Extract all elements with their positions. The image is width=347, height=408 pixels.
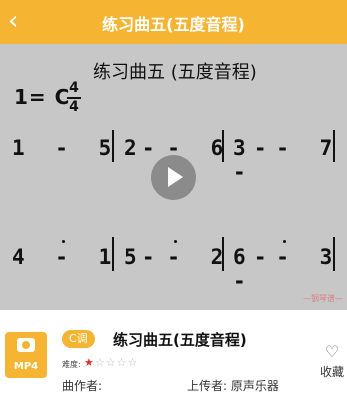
play-icon xyxy=(168,167,183,187)
composer-label: 曲作者: xyxy=(62,379,103,393)
format-label: MP4 xyxy=(13,361,39,372)
camera-icon xyxy=(17,338,35,352)
key-signature: 1= C xyxy=(14,85,71,109)
star-icon: ★ xyxy=(84,356,95,369)
barline xyxy=(333,237,335,271)
top-bar: ‹ 练习曲五(五度音程) xyxy=(0,0,347,44)
song-info-panel: MP4 C调 练习曲五(五度音程) 难度: ★☆☆☆☆ 曲作者: 上传者: 原声… xyxy=(0,310,347,408)
sheet-title: 练习曲五 (五度音程) xyxy=(93,62,257,83)
time-signature-bottom: 4 xyxy=(69,98,79,115)
difficulty-stars: ★☆☆☆☆ xyxy=(84,356,138,369)
barline xyxy=(222,237,224,271)
high-octave-dot xyxy=(283,240,286,243)
favorite-button[interactable]: ♡ 收藏 xyxy=(318,344,346,380)
heart-icon: ♡ xyxy=(324,342,340,361)
measure-6: 6 - 3 - xyxy=(233,245,342,293)
high-octave-dot xyxy=(62,240,65,243)
song-title: 练习曲五(五度音程) xyxy=(113,331,247,349)
time-signature-top: 4 xyxy=(69,80,79,96)
uploader-label: 上传者: 原声乐器 xyxy=(187,379,279,393)
page-title: 练习曲五(五度音程) xyxy=(102,15,245,34)
star-icon: ☆ xyxy=(94,356,106,369)
star-icon: ☆ xyxy=(105,356,117,369)
barline xyxy=(112,130,114,162)
watermark: —钢琴谱— xyxy=(303,294,343,303)
difficulty-label: 难度: xyxy=(62,360,81,369)
high-octave-dot xyxy=(174,240,177,243)
sheet-music-video[interactable]: 练习曲五 (五度音程) 1= C 4 4 1 - 5 - 2 - 6 - 3 -… xyxy=(0,44,347,310)
barline xyxy=(222,130,224,162)
barline xyxy=(112,237,114,271)
time-signature: 4 4 xyxy=(67,80,81,116)
barline xyxy=(333,130,335,162)
star-icon: ☆ xyxy=(116,356,128,369)
star-icon: ☆ xyxy=(127,356,139,369)
measure-3: 3 - 7 - xyxy=(233,136,342,184)
play-button[interactable] xyxy=(151,155,196,200)
key-tag: C调 xyxy=(62,330,95,348)
mp4-badge: MP4 xyxy=(5,332,47,378)
favorite-label: 收藏 xyxy=(319,365,344,379)
